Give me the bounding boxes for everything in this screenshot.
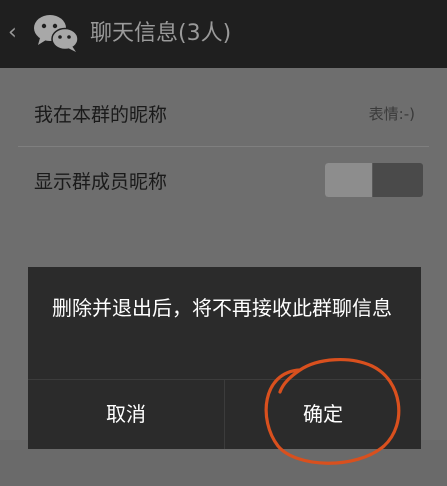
nickname-label: 我在本群的昵称 [34, 103, 168, 126]
show-member-nickname-label: 显示群成员昵称 [34, 170, 168, 193]
show-member-nickname-toggle[interactable] [325, 163, 423, 197]
show-member-nickname-row: 显示群成员昵称 [18, 147, 429, 213]
dialog-button-bar: 取消 确定 [28, 379, 421, 449]
chevron-left-icon[interactable]: ‹ [8, 18, 24, 48]
toggle-knob [325, 163, 373, 197]
top-bar: ‹ 聊天信息(3人) [0, 0, 447, 68]
wechat-logo-icon [34, 15, 79, 52]
confirm-button[interactable]: 确定 [225, 380, 421, 449]
settings-list: 我在本群的昵称 表情:-) 显示群成员昵称 [18, 68, 429, 213]
cancel-button[interactable]: 取消 [28, 380, 224, 449]
dialog-message: 删除并退出后，将不再接收此群聊信息 [52, 296, 392, 320]
nickname-row[interactable]: 我在本群的昵称 表情:-) [18, 80, 429, 146]
confirm-dialog: 删除并退出后，将不再接收此群聊信息 取消 确定 [28, 267, 421, 449]
page-title: 聊天信息(3人) [90, 21, 232, 46]
nickname-value: 表情:-) [368, 104, 415, 123]
